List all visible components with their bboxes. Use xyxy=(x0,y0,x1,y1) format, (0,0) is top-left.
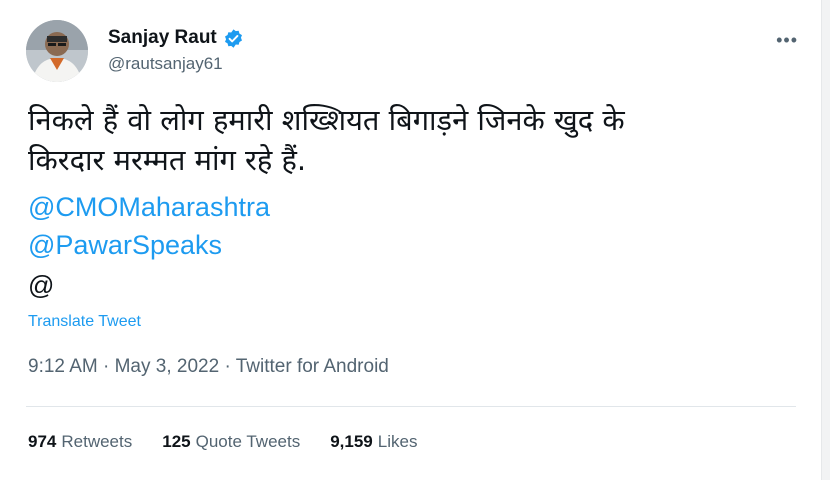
trailing-at-text: @ xyxy=(28,270,55,300)
meta-separator: · xyxy=(219,356,236,377)
tweet-time[interactable]: 9:12 AM xyxy=(28,356,98,377)
retweets-stat[interactable]: 974 Retweets xyxy=(28,432,132,452)
translate-tweet-link[interactable]: Translate Tweet xyxy=(28,313,141,331)
author-handle[interactable]: @rautsanjay61 xyxy=(108,54,244,74)
display-name-row: Sanjay Raut xyxy=(108,26,244,50)
more-horizontal-icon[interactable]: ••• xyxy=(776,30,798,51)
tweet-meta: 9:12 AM · May 3, 2022 · Twitter for Andr… xyxy=(28,356,389,378)
author-block: Sanjay Raut @rautsanjay61 xyxy=(108,26,244,74)
tweet-date[interactable]: May 3, 2022 xyxy=(115,356,220,377)
likes-label: Likes xyxy=(377,432,418,451)
mention-link[interactable]: @CMOMaharashtra xyxy=(28,192,270,223)
mention-link[interactable]: @PawarSpeaks xyxy=(28,230,222,261)
engagement-stats: 974 Retweets 125 Quote Tweets 9,159 Likes xyxy=(28,432,417,452)
tweet-header: Sanjay Raut @rautsanjay61 ••• xyxy=(26,20,810,82)
author-display-name[interactable]: Sanjay Raut xyxy=(108,27,217,49)
verified-badge-icon xyxy=(223,28,244,49)
likes-count: 9,159 xyxy=(330,432,373,451)
profile-avatar xyxy=(26,20,88,82)
divider xyxy=(26,406,796,407)
meta-separator: · xyxy=(97,356,115,377)
retweets-count: 974 xyxy=(28,432,57,451)
tweet-card: Sanjay Raut @rautsanjay61 ••• निकले हैं … xyxy=(0,0,830,480)
quote-tweets-count: 125 xyxy=(162,432,191,451)
tweet-body-text: निकले हैं वो लोग हमारी शख्शियत बिगाड़ने … xyxy=(28,103,625,177)
scrollbar[interactable] xyxy=(821,0,830,480)
avatar[interactable] xyxy=(26,20,88,82)
likes-stat[interactable]: 9,159 Likes xyxy=(330,432,417,452)
quote-tweets-stat[interactable]: 125 Quote Tweets xyxy=(162,432,300,452)
retweets-label: Retweets xyxy=(61,432,133,451)
tweet-source[interactable]: Twitter for Android xyxy=(236,356,389,377)
quote-tweets-label: Quote Tweets xyxy=(195,432,301,451)
